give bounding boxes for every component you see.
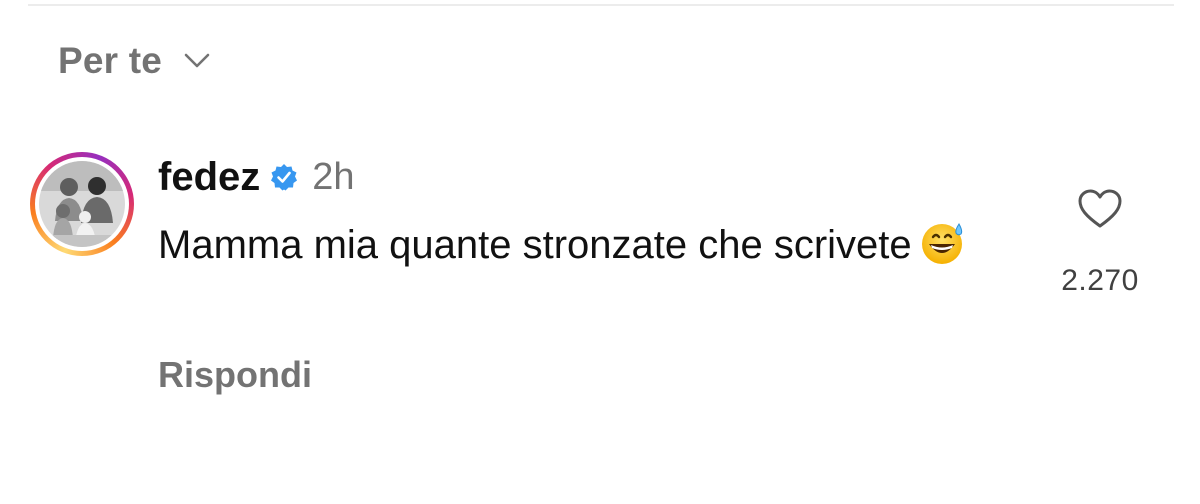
avatar-inner	[35, 157, 129, 251]
comment-text: Mamma mia quante stronzate che scrivete	[158, 223, 912, 267]
sort-label: Per te	[58, 40, 163, 81]
chevron-down-icon	[184, 51, 214, 71]
reply-button[interactable]: Rispondi	[158, 354, 312, 396]
avatar-photo	[39, 161, 125, 247]
like-count: 2.270	[1061, 264, 1139, 297]
comment-timestamp: 2h	[312, 155, 355, 198]
like-section: 2.270	[1050, 188, 1150, 298]
comment-body: Mamma mia quante stronzate che scrivete	[158, 216, 978, 274]
verified-badge-icon	[270, 162, 300, 192]
heart-outline-icon[interactable]	[1077, 188, 1123, 230]
grinning-face-with-sweat-icon	[920, 220, 966, 266]
top-divider	[28, 4, 1174, 6]
username-link[interactable]: fedez	[158, 155, 260, 200]
avatar[interactable]	[30, 152, 134, 256]
sort-dropdown[interactable]: Per te	[58, 38, 214, 84]
comment-header: fedez 2h	[158, 152, 355, 202]
